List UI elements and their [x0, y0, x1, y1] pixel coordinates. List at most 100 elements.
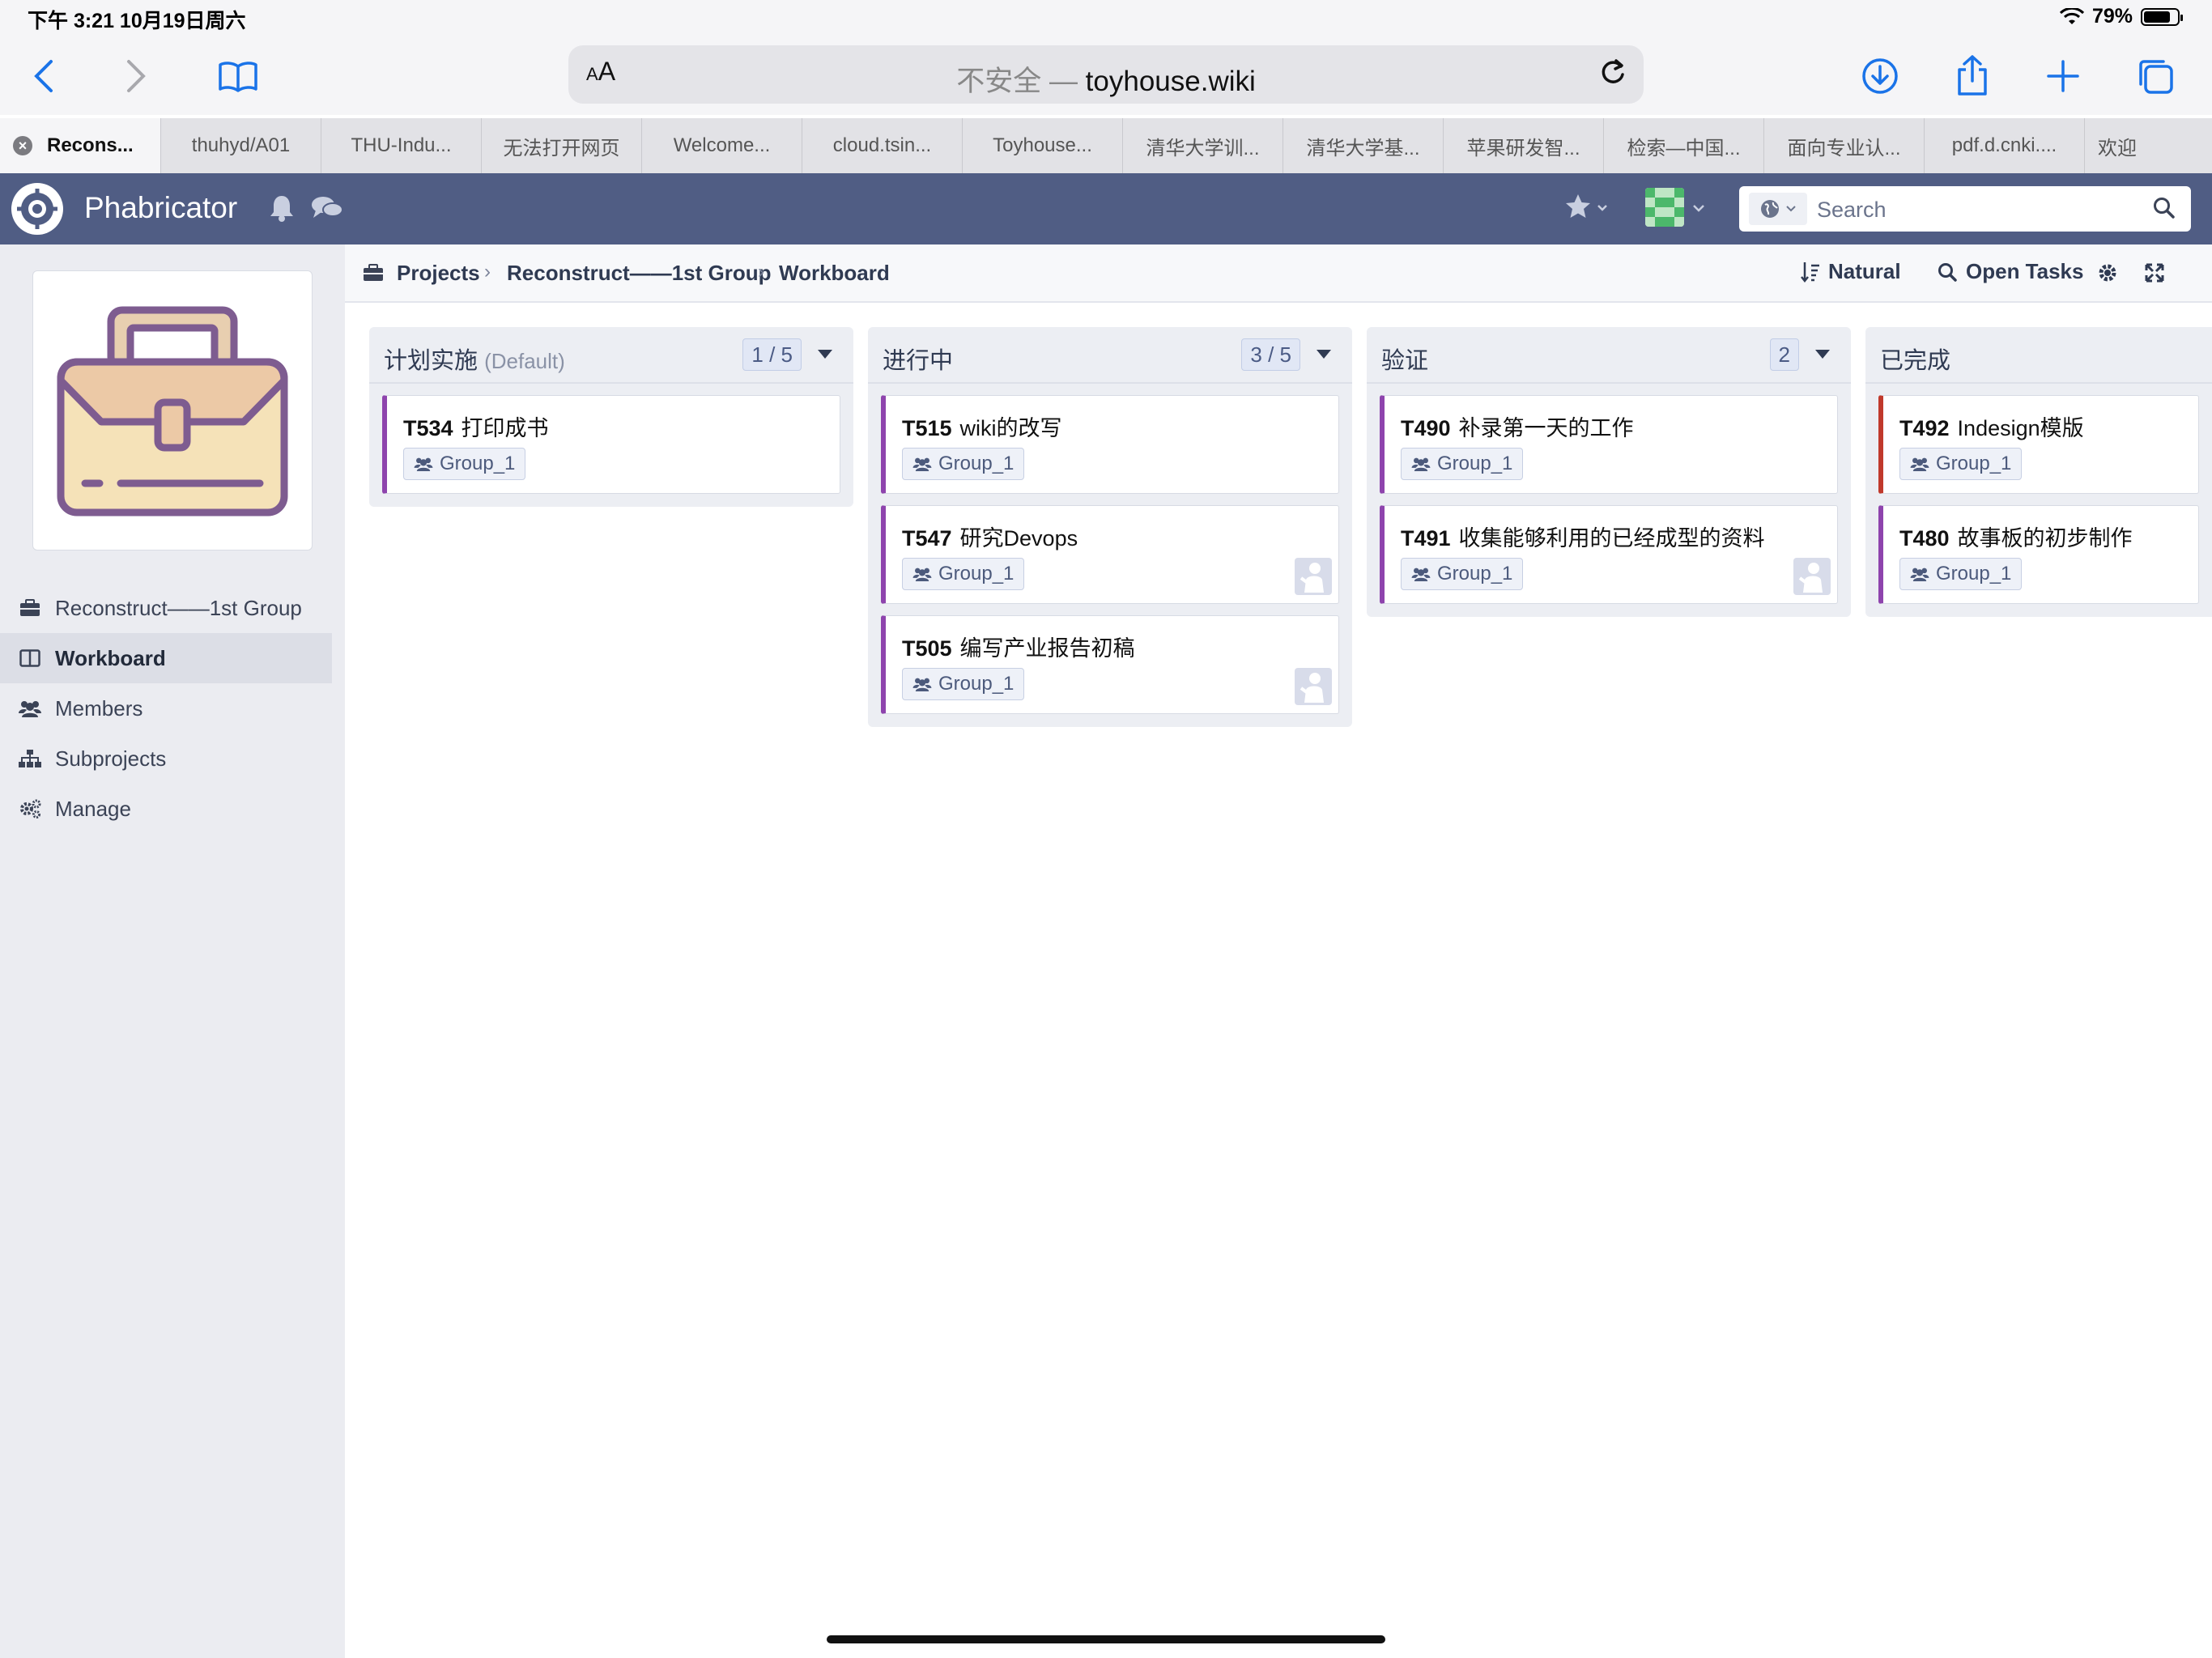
column-count-badge: 2 [1769, 338, 1799, 371]
users-icon [1910, 568, 1929, 581]
column-menu-caret-icon[interactable] [818, 350, 832, 359]
search-scope-selector[interactable] [1749, 193, 1807, 225]
user-menu-chevron-icon[interactable] [1692, 202, 1705, 217]
task-title[interactable]: T480 故事板的初步制作 [1899, 521, 2133, 552]
tab-label: 检索—中国... [1627, 137, 1741, 159]
breadcrumb-workboard[interactable]: Workboard [779, 261, 890, 286]
task-title[interactable]: T505 编写产业报告初稿 [902, 631, 1135, 662]
sidebar-item-members[interactable]: Members [0, 683, 332, 733]
task-card[interactable]: T490 补录第一天的工作 Group_1 [1380, 395, 1838, 494]
project-tag[interactable]: Group_1 [902, 668, 1025, 700]
tab-3[interactable]: 无法打开网页 [481, 118, 641, 173]
column-menu-caret-icon[interactable] [1317, 350, 1331, 359]
download-icon[interactable] [1856, 52, 1904, 100]
project-tag[interactable]: Group_1 [902, 448, 1025, 480]
tab-9[interactable]: 苹果研发智... [1443, 118, 1603, 173]
tab-8[interactable]: 清华大学基... [1283, 118, 1443, 173]
chat-icon[interactable] [311, 194, 343, 226]
tab-label: pdf.d.cnki.... [1951, 134, 2057, 156]
address-bar[interactable]: AA 不安全 — toyhouse.wiki [568, 45, 1644, 104]
project-profile-image[interactable] [32, 270, 313, 551]
owner-avatar-icon[interactable] [1793, 558, 1831, 595]
tab-0[interactable]: × Recons... [0, 118, 160, 173]
bookmarks-icon[interactable] [214, 52, 262, 100]
search-input[interactable]: Search [1817, 198, 1887, 223]
task-title[interactable]: T534 打印成书 [403, 410, 549, 442]
project-tag[interactable]: Group_1 [403, 448, 526, 480]
task-title[interactable]: T491 收集能够利用的已经成型的资料 [1401, 521, 1765, 552]
project-tag[interactable]: Group_1 [1401, 448, 1524, 480]
project-tag[interactable]: Group_1 [902, 558, 1025, 590]
task-title[interactable]: T492 Indesign模版 [1899, 410, 2084, 442]
column-menu-caret-icon[interactable] [1815, 350, 1830, 359]
task-title[interactable]: T490 补录第一天的工作 [1401, 410, 1634, 442]
breadcrumb-project[interactable]: Reconstruct——1st Group [507, 261, 772, 286]
task-card[interactable]: T480 故事板的初步制作 Group_1 [1878, 505, 2199, 604]
share-icon[interactable] [1948, 52, 1997, 100]
globe-icon [1761, 200, 1779, 218]
status-right: 79% [2059, 5, 2183, 28]
chevron-right-icon: › [484, 261, 491, 283]
project-tag-label: Group_1 [1437, 563, 1513, 585]
tab-overview-icon[interactable] [2131, 52, 2180, 100]
user-avatar[interactable] [1645, 188, 1684, 227]
app-brand[interactable]: Phabricator [84, 191, 237, 225]
tab-label: 清华大学训... [1146, 137, 1260, 159]
sidebar-item-label: Manage [55, 796, 131, 821]
task-card[interactable]: T547 研究Devops Group_1 [881, 505, 1339, 604]
task-card[interactable]: T505 编写产业报告初稿 Group_1 [881, 615, 1339, 714]
gear-icon[interactable] [2097, 262, 2118, 283]
favorites-star-icon[interactable] [1564, 193, 1613, 226]
tab-7[interactable]: 清华大学训... [1122, 118, 1283, 173]
global-search[interactable]: Search [1739, 186, 2191, 232]
phabricator-logo-icon[interactable] [11, 183, 63, 235]
sort-button[interactable]: Natural [1801, 259, 1901, 284]
board-column: 已完成 T492 Indesign模版 Group_1 T480 故事板的初步制作 Gro… [1865, 327, 2212, 617]
owner-avatar-icon[interactable] [1295, 558, 1332, 595]
tab-10[interactable]: 检索—中国... [1603, 118, 1763, 173]
task-name: 收集能够利用的已经成型的资料 [1458, 526, 1765, 551]
sidebar-item-workboard[interactable]: Workboard [0, 633, 332, 683]
task-title[interactable]: T547 研究Devops [902, 521, 1078, 552]
column-title: 已完成 [1880, 348, 1951, 374]
columns-icon [18, 649, 42, 667]
fullscreen-icon[interactable] [2144, 262, 2165, 283]
sitemap-icon [18, 750, 42, 767]
back-icon[interactable] [19, 52, 68, 100]
column-header: 已完成 [1865, 327, 2212, 384]
tab-4[interactable]: Welcome... [641, 118, 802, 173]
cogs-icon [18, 799, 42, 818]
sidebar-item-subprojects[interactable]: Subprojects [0, 733, 332, 784]
address-text[interactable]: 不安全 — toyhouse.wiki [568, 58, 1644, 100]
owner-avatar-icon[interactable] [1295, 668, 1332, 705]
task-card[interactable]: T492 Indesign模版 Group_1 [1878, 395, 2199, 494]
task-card[interactable]: T491 收集能够利用的已经成型的资料 Group_1 [1380, 505, 1838, 604]
project-tag[interactable]: Group_1 [1401, 558, 1524, 590]
bell-icon[interactable] [269, 194, 295, 226]
tab-13[interactable]: 欢迎 [2084, 118, 2181, 173]
tab-5[interactable]: cloud.tsin... [802, 118, 962, 173]
forward-icon[interactable] [112, 52, 160, 100]
sidebar-item-project[interactable]: Reconstruct——1st Group [0, 583, 332, 633]
tab-6[interactable]: Toyhouse... [962, 118, 1122, 173]
breadcrumb-projects[interactable]: Projects [397, 261, 480, 286]
project-tag[interactable]: Group_1 [1899, 448, 2023, 480]
task-card[interactable]: T515 wiki的改写 Group_1 [881, 395, 1339, 494]
column-title: 计划实施 (Default) [384, 348, 565, 374]
project-tag-label: Group_1 [938, 453, 1015, 474]
tab-1[interactable]: thuhyd/A01 [160, 118, 321, 173]
browser-toolbar: AA 不安全 — toyhouse.wiki [0, 37, 2212, 115]
task-title[interactable]: T515 wiki的改写 [902, 410, 1062, 442]
new-tab-icon[interactable] [2039, 52, 2087, 100]
sidebar-item-manage[interactable]: Manage [0, 784, 332, 834]
tab-11[interactable]: 面向专业认... [1763, 118, 1924, 173]
filter-button[interactable]: Open Tasks [1937, 259, 2083, 284]
status-bar: 下午 3:21 10月19日周六 79% [0, 0, 2212, 37]
search-icon[interactable] [2152, 196, 2176, 224]
task-card[interactable]: T534 打印成书 Group_1 [382, 395, 840, 494]
close-tab-icon[interactable]: × [13, 136, 32, 155]
project-tag[interactable]: Group_1 [1899, 558, 2023, 590]
tab-12[interactable]: pdf.d.cnki.... [1924, 118, 2084, 173]
tab-2[interactable]: THU-Indu... [321, 118, 481, 173]
reload-icon[interactable] [1597, 57, 1629, 93]
